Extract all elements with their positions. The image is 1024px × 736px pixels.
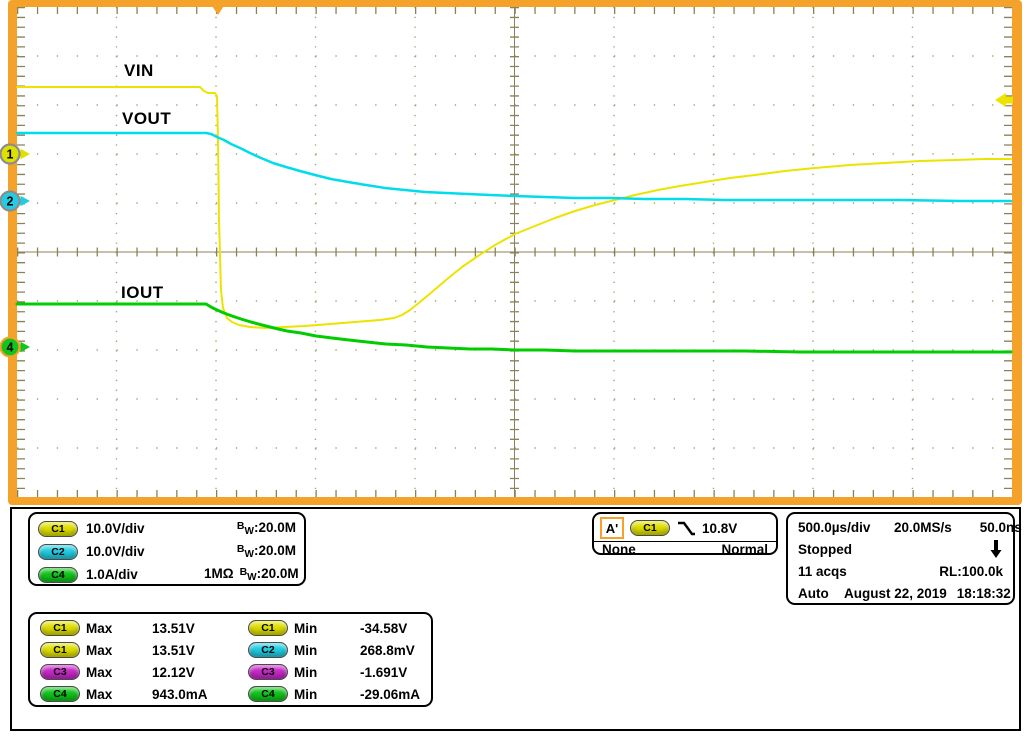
channel-badge-c2[interactable]: C2 [38, 544, 78, 560]
trigger-source-badge[interactable]: C1 [630, 520, 670, 536]
acquisition-status-row: Stopped [798, 538, 1003, 560]
sample-resolution: 50.0ns [952, 520, 1022, 535]
channel-marker-number: 2 [7, 195, 14, 209]
channel-row-c1: C1 10.0V/div BW:20.0M [38, 517, 296, 540]
meas-value: -29.06mA [360, 687, 425, 702]
meas-badge[interactable]: C2 [248, 642, 288, 658]
meas-stat: Min [294, 643, 360, 658]
trace-label-iout: IOUT [121, 283, 164, 303]
acquisition-count-row: 11 acqs RL:100.0k [798, 560, 1003, 582]
meas-badge[interactable]: C3 [248, 664, 288, 680]
record-length: RL:100.0k [939, 564, 1003, 579]
channel-scales-panel[interactable]: C1 10.0V/div BW:20.0M C2 10.0V/div BW:20… [28, 512, 306, 586]
trigger-source-label: C1 [643, 522, 656, 534]
meas-value: -34.58V [360, 621, 425, 636]
meas-badge[interactable]: C1 [40, 620, 80, 636]
acquisition-status: Stopped [798, 542, 852, 557]
channel-badge-label: C4 [51, 569, 64, 581]
channel-marker-number: 4 [7, 341, 14, 355]
sample-mode-icon [989, 539, 1003, 559]
trigger-auto-mode: Auto [798, 586, 844, 601]
timebase-panel[interactable]: 500.0µs/div 20.0MS/s 50.0ns Stopped 11 a… [786, 512, 1015, 605]
channel-badge-label: C1 [51, 523, 64, 535]
meas-value: -1.691V [360, 665, 425, 680]
meas-value: 12.12V [152, 665, 248, 680]
meas-stat: Max [86, 687, 152, 702]
measurement-row: C4 Max 943.0mA C4 Min -29.06mA [36, 683, 425, 705]
meas-value: 13.51V [152, 621, 248, 636]
channel-bw: BW:20.0M [204, 543, 296, 560]
meas-stat: Min [294, 621, 360, 636]
channel-impedance: 1MΩ [204, 566, 234, 581]
oscilloscope-screenshot: 1 2 4 VIN VOUT IOUT C1 10.0V/div BW:20.0M … [0, 0, 1024, 736]
trigger-mode-box: A' [600, 517, 624, 539]
measurement-row: C1 Max 13.51V C2 Min 268.8mV [36, 639, 425, 661]
meas-stat: Min [294, 665, 360, 680]
channel-impedance-bw: 1MΩBW:20.0M [204, 566, 299, 583]
acquisition-count: 11 acqs [798, 564, 847, 579]
meas-badge[interactable]: C1 [248, 620, 288, 636]
meas-value: 13.51V [152, 643, 248, 658]
time-per-div: 500.0µs/div [798, 520, 894, 535]
trigger-settings-row: A' C1 10.8V [594, 514, 776, 540]
meas-stat: Max [86, 665, 152, 680]
channel-scale: 10.0V/div [86, 521, 204, 536]
meas-value: 268.8mV [360, 643, 425, 658]
time-label: 18:18:32 [947, 586, 1011, 601]
trace-label-vin: VIN [124, 61, 154, 81]
channel-scale: 10.0V/div [86, 544, 204, 559]
meas-value: 943.0mA [152, 687, 248, 702]
timebase-row: 500.0µs/div 20.0MS/s 50.0ns [798, 516, 1003, 538]
sample-rate: 20.0MS/s [894, 520, 952, 535]
channel-bw: BW:20.0M [204, 520, 296, 537]
trigger-level: 10.8V [702, 521, 737, 536]
trigger-mode: Normal [721, 542, 768, 557]
trigger-status-row: None Normal [594, 541, 776, 557]
readout-section: C1 10.0V/div BW:20.0M C2 10.0V/div BW:20… [10, 507, 1021, 731]
meas-badge[interactable]: C4 [248, 686, 288, 702]
measurement-row: C1 Max 13.51V C1 Min -34.58V [36, 617, 425, 639]
measurements-panel[interactable]: C1 Max 13.51V C1 Min -34.58V C1 Max 13.5… [28, 612, 433, 707]
channel-marker-number: 1 [7, 148, 14, 162]
meas-stat: Min [294, 687, 360, 702]
channel-scale: 1.0A/div [86, 567, 204, 582]
datetime-row: Auto August 22, 2019 18:18:32 [798, 582, 1003, 604]
trace-label-vout: VOUT [122, 109, 171, 129]
channel-badge-label: C2 [51, 546, 64, 558]
meas-badge[interactable]: C1 [40, 642, 80, 658]
trigger-b-event: None [602, 542, 636, 557]
measurement-row: C3 Max 12.12V C3 Min -1.691V [36, 661, 425, 683]
falling-edge-icon [676, 519, 696, 537]
meas-stat: Max [86, 643, 152, 658]
channel-row-c4: C4 1.0A/div 1MΩBW:20.0M [38, 563, 296, 586]
date-label: August 22, 2019 [844, 586, 947, 601]
meas-badge[interactable]: C3 [40, 664, 80, 680]
meas-stat: Max [86, 621, 152, 636]
trigger-panel[interactable]: A' C1 10.8V None Normal [592, 512, 778, 555]
waveform-display[interactable]: 1 2 4 VIN VOUT IOUT [0, 0, 1024, 507]
channel-badge-c4[interactable]: C4 [38, 567, 78, 583]
meas-badge[interactable]: C4 [40, 686, 80, 702]
channel-badge-c1[interactable]: C1 [38, 521, 78, 537]
channel-row-c2: C2 10.0V/div BW:20.0M [38, 540, 296, 563]
